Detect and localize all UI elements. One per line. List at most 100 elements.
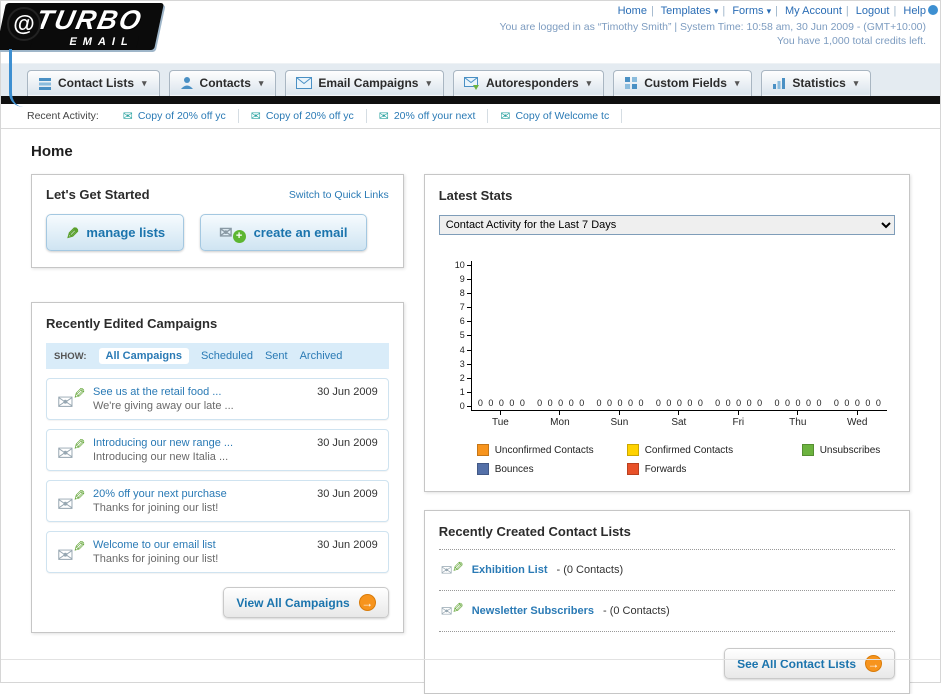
see-all-contact-lists-button[interactable]: See All Contact Lists → (724, 648, 895, 679)
chevron-down-icon: ▾ (258, 77, 264, 88)
legend-swatch-icon (801, 444, 814, 456)
recent-contact-lists-panel: Recently Created Contact Lists ✉ ✎ Exhib… (423, 510, 910, 694)
campaign-row[interactable]: ✉ ✎ See us at the retail food ... We're … (46, 378, 389, 420)
legend-item: Unsubscribes (801, 444, 887, 456)
contact-list-item[interactable]: ✉ ✎ Newsletter Subscribers - (0 Contacts… (438, 591, 895, 632)
chart-zero-values: 0 0 0 0 0 (715, 398, 763, 408)
campaign-title[interactable]: Introducing our new range ... (93, 437, 307, 449)
campaigns-title: Recently Edited Campaigns (46, 316, 218, 331)
contacts-icon (180, 77, 193, 89)
y-tick-label: 8 (460, 289, 471, 298)
nav-tab-contacts[interactable]: Contacts ▾ (168, 70, 277, 96)
contact-list-item[interactable]: ✉ ✎ Exhibition List - (0 Contacts) (438, 550, 895, 591)
chevron-down-icon: ▾ (853, 77, 859, 88)
campaign-edit-icon: ✉ ✎ (57, 387, 87, 414)
contact-lists-title: Recently Created Contact Lists (438, 524, 631, 539)
header-link-templates[interactable]: Templates (661, 5, 711, 17)
chart-zero-values: 0 0 0 0 0 (596, 398, 644, 408)
nav-tab-label: Email Campaigns (318, 76, 419, 90)
filter-tab-scheduled[interactable]: Scheduled (201, 350, 253, 362)
view-all-campaigns-label: View All Campaigns (236, 595, 350, 610)
manage-lists-button[interactable]: ✎ manage lists (46, 214, 185, 251)
email-campaigns-icon (296, 77, 313, 89)
header-link-help[interactable]: Help (903, 5, 926, 17)
recent-activity-item[interactable]: ✉ Copy of Welcome tc (488, 109, 623, 123)
header-link-my-account[interactable]: My Account (785, 5, 842, 17)
campaign-date: 30 Jun 2009 (317, 488, 378, 500)
filter-tab-archived[interactable]: Archived (300, 350, 343, 362)
recent-activity-item[interactable]: ✉ 20% off your next (367, 109, 489, 123)
footer-divider (1, 659, 940, 660)
chart-day-label: Tue (471, 411, 530, 428)
left-column: Let's Get Started Switch to Quick Links … (31, 174, 404, 633)
y-tick-label: 10 (455, 261, 471, 270)
campaign-title[interactable]: 20% off your next purchase (93, 488, 307, 500)
y-tick-label: 1 (460, 387, 471, 397)
campaign-row[interactable]: ✉ ✎ Introducing our new range ... Introd… (46, 429, 389, 471)
pencil-icon: ✎ (69, 539, 87, 553)
filter-tab-all-campaigns[interactable]: All Campaigns (98, 348, 189, 364)
stats-period-select[interactable]: Contact Activity for the Last 7 Days (438, 215, 895, 235)
link-separator: | (775, 5, 778, 17)
recent-activity-item[interactable]: ✉ Copy of 20% off yc (111, 109, 239, 123)
nav-tab-contact-lists[interactable]: Contact Lists ▾ (27, 70, 160, 96)
envelope-icon: ✉ (219, 224, 233, 242)
chevron-down-icon: ▾ (766, 6, 772, 16)
recent-activity-item[interactable]: ✉ Copy of 20% off yc (239, 109, 367, 123)
pencil-icon: ✎ (449, 560, 466, 573)
contact-list-name[interactable]: Exhibition List (472, 564, 548, 576)
legend-swatch-icon (476, 463, 489, 475)
main-nav: Contact Lists ▾ Contacts ▾ Email Campaig… (1, 63, 940, 96)
legend-item: Unconfirmed Contacts (476, 444, 627, 456)
header-link-home[interactable]: Home (618, 5, 647, 17)
nav-tab-custom-fields[interactable]: Custom Fields ▾ (613, 70, 753, 96)
campaign-info: 20% off your next purchase Thanks for jo… (93, 488, 307, 514)
nav-tab-statistics[interactable]: Statistics ▾ (761, 70, 872, 96)
campaign-date: 30 Jun 2009 (317, 386, 378, 398)
chart-day-label: Sun (590, 411, 649, 428)
y-tick-label: 9 (460, 275, 471, 284)
header-link-forms[interactable]: Forms (732, 5, 763, 17)
chevron-down-icon: ▾ (734, 77, 740, 88)
campaign-title[interactable]: See us at the retail food ... (93, 386, 307, 398)
view-all-campaigns-button[interactable]: View All Campaigns → (223, 587, 389, 618)
link-separator: | (893, 5, 897, 17)
header-link-logout[interactable]: Logout (856, 5, 890, 17)
campaign-date: 30 Jun 2009 (317, 437, 378, 449)
chart-day-group: 0 0 0 0 0 (531, 261, 590, 410)
y-tick-label: 6 (460, 317, 471, 326)
nav-tab-autoresponders[interactable]: Autoresponders ▾ (452, 70, 605, 96)
contact-list-name[interactable]: Newsletter Subscribers (472, 605, 594, 617)
legend-label: Forwards (644, 463, 687, 475)
create-email-button[interactable]: ✉ + create an email (200, 214, 367, 251)
campaign-date: 30 Jun 2009 (317, 539, 378, 551)
credits-info: You have 1,000 total credits left. (776, 35, 926, 47)
show-label: SHOW: (54, 350, 87, 362)
campaign-title[interactable]: Welcome to our email list (93, 539, 307, 551)
filter-tab-sent[interactable]: Sent (265, 350, 288, 362)
get-started-title: Let's Get Started (46, 187, 150, 202)
campaign-row[interactable]: ✉ ✎ 20% off your next purchase Thanks fo… (46, 480, 389, 522)
legend-label: Confirmed Contacts (644, 444, 734, 456)
legend-label: Unconfirmed Contacts (494, 444, 594, 456)
nav-tab-label: Statistics (792, 76, 846, 90)
y-tick-label: 4 (460, 345, 471, 355)
manage-lists-label: manage lists (86, 225, 166, 240)
nav-tab-label: Autoresponders (485, 76, 579, 90)
main-content: Home Let's Get Started Switch to Quick L… (1, 129, 940, 694)
chart-zero-values: 0 0 0 0 0 (774, 398, 822, 408)
contact-list-count: - (0 Contacts) (602, 605, 670, 617)
chart-day-label: Fri (709, 411, 768, 428)
switch-quick-links-link[interactable]: Switch to Quick Links (289, 189, 389, 201)
campaigns-filter-bar: SHOW: All Campaigns Scheduled Sent Archi… (46, 343, 389, 369)
contact-list-count: - (0 Contacts) (556, 564, 624, 576)
campaign-row[interactable]: ✉ ✎ Welcome to our email list Thanks for… (46, 531, 389, 573)
link-separator: | (722, 5, 726, 17)
chart-zero-values: 0 0 0 0 0 (655, 398, 703, 408)
nav-tab-label: Contacts (199, 76, 251, 90)
nav-tab-email-campaigns[interactable]: Email Campaigns ▾ (285, 70, 444, 96)
chevron-down-icon: ▾ (713, 6, 719, 16)
chart-day-group: 0 0 0 0 0 (709, 261, 768, 410)
y-tick-label: 3 (460, 359, 471, 369)
pencil-icon: ✎ (62, 225, 80, 240)
